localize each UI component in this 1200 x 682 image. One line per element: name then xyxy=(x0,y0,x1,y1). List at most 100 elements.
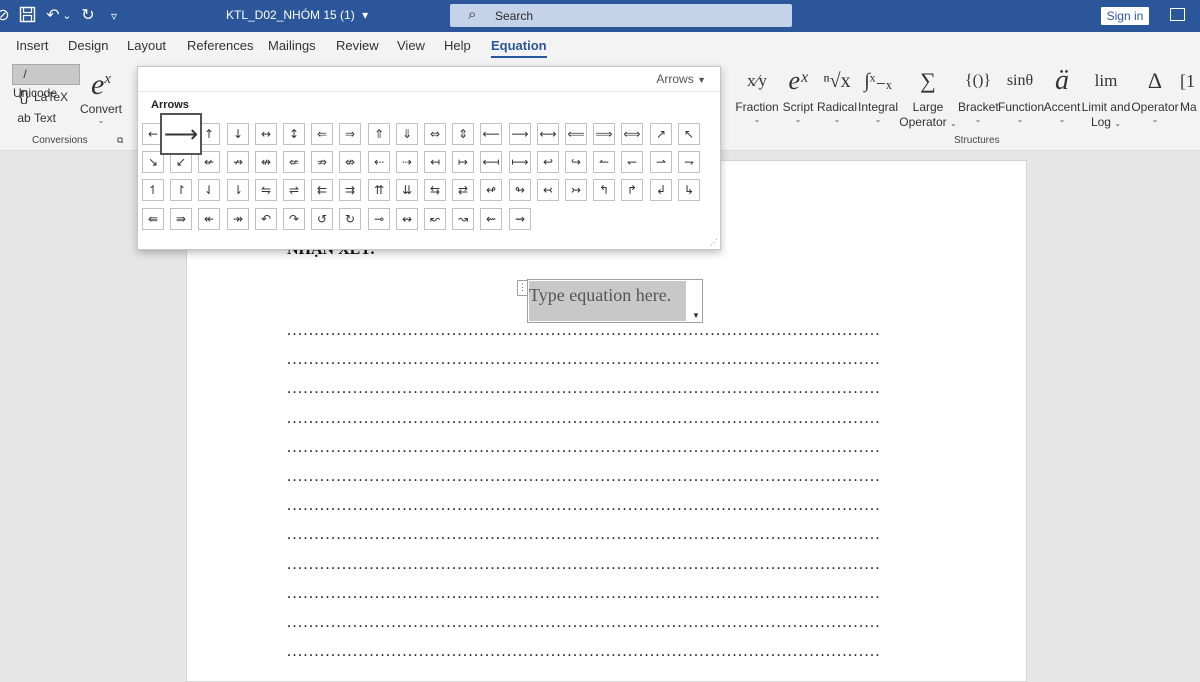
symbol-button[interactable]: ↗ xyxy=(650,123,672,145)
operator-button[interactable]: Δ Operator ⌄ xyxy=(1131,62,1179,124)
tab-references[interactable]: References xyxy=(187,38,253,53)
symbol-button[interactable]: ⇚ xyxy=(142,208,164,230)
symbol-button[interactable]: ⇔ xyxy=(424,123,446,145)
symbol-button[interactable]: ↮ xyxy=(255,151,277,173)
symbol-button[interactable]: ⟼ xyxy=(509,151,531,173)
symbol-button[interactable]: ↛ xyxy=(227,151,249,173)
symbol-button[interactable]: ↱ xyxy=(621,179,643,201)
symbol-button[interactable]: ⇛ xyxy=(170,208,192,230)
search-box[interactable]: ⌕ Search xyxy=(450,4,792,27)
symbol-button[interactable]: ⇒ xyxy=(339,123,361,145)
ribbon-display-options-icon[interactable] xyxy=(1170,8,1185,21)
tab-equation[interactable]: Equation xyxy=(491,38,547,58)
tab-review[interactable]: Review xyxy=(336,38,379,53)
convert-button[interactable]: ex Convert ⌄ xyxy=(80,62,122,125)
save-icon[interactable] xyxy=(17,6,37,26)
symbol-button[interactable]: ⟶ xyxy=(160,113,202,155)
symbol-button[interactable]: ↜ xyxy=(424,208,446,230)
symbol-button[interactable]: ⇓ xyxy=(396,123,418,145)
symbol-button[interactable]: ↕ xyxy=(283,123,305,145)
symbol-button[interactable]: ⇎ xyxy=(339,151,361,173)
tab-mailings[interactable]: Mailings xyxy=(268,38,316,53)
tab-layout[interactable]: Layout xyxy=(127,38,166,53)
symbol-button[interactable]: ⇈ xyxy=(368,179,390,201)
symbol-button[interactable]: ↩ xyxy=(537,151,559,173)
symbol-button[interactable]: ↞ xyxy=(198,208,220,230)
symbol-button[interactable]: ↫ xyxy=(480,179,502,201)
symbol-button[interactable]: ⇏ xyxy=(311,151,333,173)
symbol-button[interactable]: ⇐ xyxy=(311,123,333,145)
symbol-button[interactable]: ⇑ xyxy=(368,123,390,145)
symbol-button[interactable]: ⇇ xyxy=(311,179,333,201)
integral-button[interactable]: ∫ˣ₋ₓ Integral ⌄ xyxy=(857,62,899,124)
accent-button[interactable]: ä Accent ⌄ xyxy=(1043,62,1081,124)
fraction-button[interactable]: x⁄y Fraction ⌄ xyxy=(735,62,779,124)
symbol-button[interactable]: ↝ xyxy=(452,208,474,230)
bracket-button[interactable]: {()} Bracket ⌄ xyxy=(958,62,999,124)
title-dropdown-icon[interactable]: ▾ xyxy=(362,8,368,22)
symbol-button[interactable]: ⇝ xyxy=(509,208,531,230)
symbol-button[interactable]: ⟶ xyxy=(509,123,531,145)
symbol-button[interactable]: ⇠ xyxy=(368,151,390,173)
symbol-button[interactable]: ↲ xyxy=(650,179,672,201)
customize-qat-icon[interactable]: ▿ xyxy=(107,6,121,26)
symbol-button[interactable]: ↣ xyxy=(565,179,587,201)
autosave-icon[interactable]: ⊘ xyxy=(0,6,10,26)
symbol-category-dropdown[interactable]: Arrows ▼ xyxy=(656,72,706,86)
symbol-button[interactable]: ⇃ xyxy=(198,179,220,201)
function-button[interactable]: sinθ Function ⌄ xyxy=(998,62,1044,124)
symbol-button[interactable]: ↦ xyxy=(452,151,474,173)
equation-handle-icon[interactable]: ⋮ xyxy=(517,280,528,296)
symbol-button[interactable]: ↢ xyxy=(537,179,559,201)
equation-box[interactable]: ⋮ Type equation here. ▼ xyxy=(517,279,703,323)
undo-dropdown-icon[interactable]: ⌄ xyxy=(62,6,72,26)
symbol-button[interactable]: ⇕ xyxy=(452,123,474,145)
symbol-button[interactable]: ↭ xyxy=(396,208,418,230)
symbol-button[interactable]: ↓ xyxy=(227,123,249,145)
symbol-button[interactable]: ⟵ xyxy=(480,123,502,145)
limit-and-log-button[interactable]: lim Limit and Log ⌄ xyxy=(1081,62,1131,131)
tab-help[interactable]: Help xyxy=(444,38,471,53)
resize-grip-icon[interactable]: ⋰ xyxy=(710,238,718,247)
symbol-button[interactable]: ⟹ xyxy=(593,123,615,145)
symbol-button[interactable]: ↬ xyxy=(509,179,531,201)
symbol-button[interactable]: ⟷ xyxy=(537,123,559,145)
symbol-button[interactable]: ⇀ xyxy=(650,151,672,173)
symbol-button[interactable]: ↶ xyxy=(255,208,277,230)
equation-options-icon[interactable]: ▼ xyxy=(690,310,702,322)
symbol-button[interactable]: ↻ xyxy=(339,208,361,230)
matrix-button[interactable]: [1 Ma xyxy=(1180,62,1200,115)
sign-in-button[interactable]: Sign in xyxy=(1101,7,1149,25)
redo-icon[interactable]: ↻ xyxy=(78,6,98,26)
symbol-button[interactable]: ↿ xyxy=(142,179,164,201)
symbol-button[interactable]: ↺ xyxy=(311,208,333,230)
undo-icon[interactable]: ↶ xyxy=(43,6,63,26)
document-title[interactable]: KTL_D02_NHÓM 15 (1) ▾ xyxy=(226,8,368,22)
symbol-button[interactable]: ⟸ xyxy=(565,123,587,145)
script-button[interactable]: eˣ Script ⌄ xyxy=(780,62,816,124)
symbol-button[interactable]: ↽ xyxy=(621,151,643,173)
symbol-button[interactable]: ⇆ xyxy=(424,179,446,201)
symbol-button[interactable]: ⇋ xyxy=(255,179,277,201)
tab-design[interactable]: Design xyxy=(68,38,108,53)
conversions-launcher-icon[interactable]: ⧉ xyxy=(117,135,123,146)
symbol-button[interactable]: ⇌ xyxy=(283,179,305,201)
symbol-button[interactable]: ⇍ xyxy=(283,151,305,173)
unicode-button[interactable]: /Unicode xyxy=(12,64,80,100)
symbol-button[interactable]: ↔ xyxy=(255,123,277,145)
symbol-button[interactable]: ⟺ xyxy=(621,123,643,145)
search-input[interactable]: Search xyxy=(495,9,533,23)
equation-placeholder[interactable]: Type equation here. xyxy=(529,281,686,321)
large-operator-button[interactable]: ∑ Large Operator ⌄ xyxy=(899,62,957,131)
symbol-button[interactable]: ⇢ xyxy=(396,151,418,173)
symbol-button[interactable]: ⊸ xyxy=(368,208,390,230)
symbol-button[interactable]: ⇊ xyxy=(396,179,418,201)
symbol-button[interactable]: ⇄ xyxy=(452,179,474,201)
symbol-button[interactable]: ↳ xyxy=(678,179,700,201)
radical-button[interactable]: ⁿ√x Radical ⌄ xyxy=(817,62,857,124)
symbol-button[interactable]: ⇂ xyxy=(227,179,249,201)
symbol-button[interactable]: ⇉ xyxy=(339,179,361,201)
symbol-button[interactable]: ⇁ xyxy=(678,151,700,173)
symbol-button[interactable]: ⇜ xyxy=(480,208,502,230)
tab-insert[interactable]: Insert xyxy=(16,38,49,53)
